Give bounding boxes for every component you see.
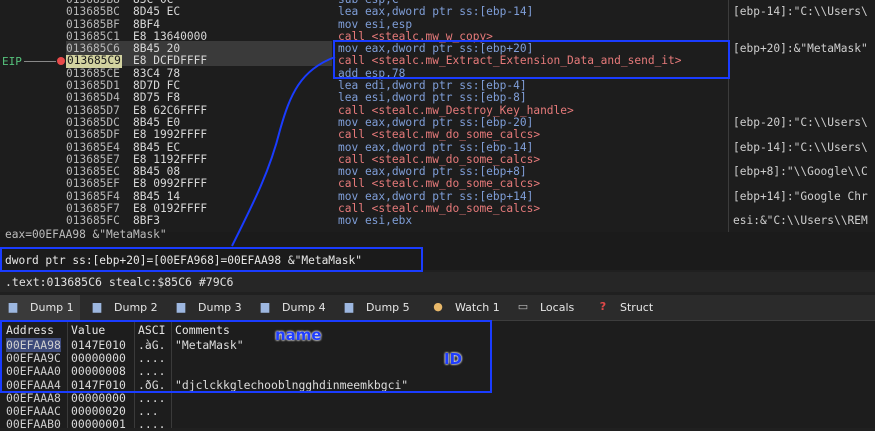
annotation-name-label: name <box>275 326 322 344</box>
annotation-arrow <box>231 56 336 247</box>
annotation-id-label: ID <box>444 350 463 368</box>
